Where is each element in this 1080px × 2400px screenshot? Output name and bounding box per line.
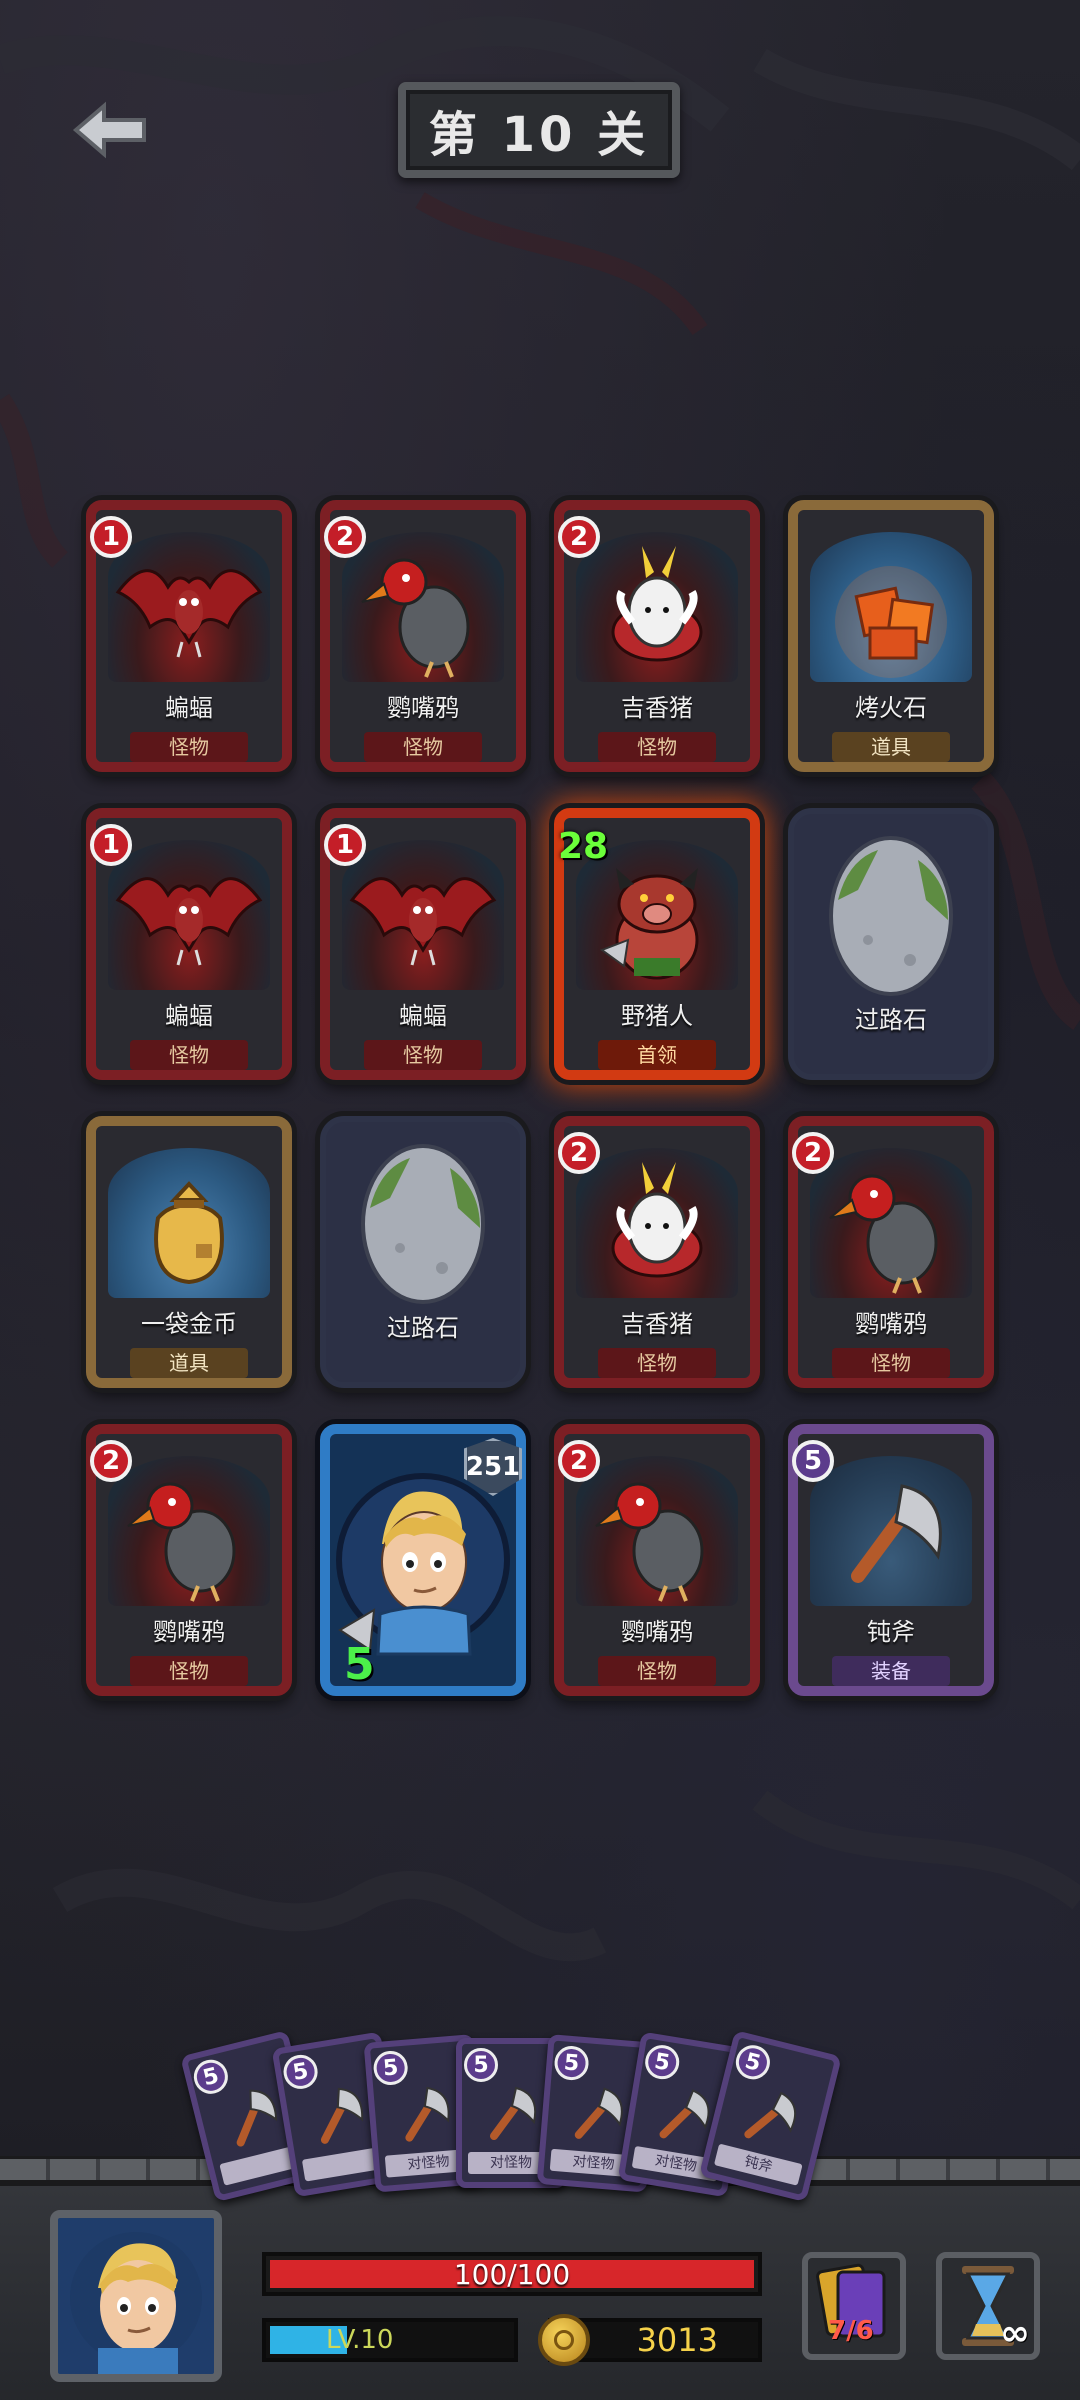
cost-badge: 2 <box>90 1440 132 1482</box>
cost-badge: 2 <box>324 516 366 558</box>
card-item-8[interactable]: 一袋金币 道具 <box>86 1116 292 1388</box>
cost-badge: 2 <box>558 1440 600 1482</box>
health-bar: 100/100 <box>262 2252 762 2296</box>
hero-face-icon <box>70 2232 202 2374</box>
hero-attack: 5 <box>344 1639 375 1690</box>
card-type: 怪物 <box>598 732 716 762</box>
deck-count: 7/6 <box>828 2316 874 2346</box>
stone-art-icon <box>330 1128 516 1332</box>
card-type: 首领 <box>598 1040 716 1070</box>
card-type: 怪物 <box>364 732 482 762</box>
hand-card-cost: 5 <box>281 2052 321 2092</box>
card-type: 怪物 <box>832 1348 950 1378</box>
bat-icon <box>108 840 270 990</box>
card-stone-9[interactable]: 过路石 <box>320 1116 526 1388</box>
card-name: 野猪人 <box>621 1002 693 1030</box>
card-monster-0[interactable]: 1 蝙蝠怪物 <box>86 500 292 772</box>
cost-badge: 5 <box>792 1440 834 1482</box>
card-name: 一袋金币 <box>141 1310 237 1338</box>
boss-power: 28 <box>558 826 609 867</box>
axe-icon <box>405 2086 450 2142</box>
card-name: 鹦嘴鸦 <box>855 1310 927 1338</box>
gold-amount: 3013 <box>636 2321 718 2359</box>
cost-badge: 1 <box>90 824 132 866</box>
card-name: 蝙蝠 <box>165 1002 213 1030</box>
cost-badge: 2 <box>792 1132 834 1174</box>
crow-icon <box>108 1456 270 1606</box>
card-name: 鹦嘴鸦 <box>621 1618 693 1646</box>
axe-icon <box>490 2086 537 2140</box>
card-monster-5[interactable]: 1 蝙蝠怪物 <box>320 808 526 1080</box>
game-board: 第 10 关 1 蝙蝠 怪物 2 鹦嘴鸦 怪物 2 吉香猪 怪物 烤火石 道具 1 蝙蝠 怪物 1 蝙蝠 怪物 2… <box>0 0 1080 2400</box>
crow-icon <box>810 1148 972 1298</box>
axe-icon <box>744 2091 797 2139</box>
crow-icon <box>342 532 504 682</box>
health-text: 100/100 <box>453 2257 571 2291</box>
card-name: 鹦嘴鸦 <box>387 694 459 722</box>
card-type: 怪物 <box>130 732 248 762</box>
coin-icon <box>538 2314 590 2366</box>
card-type: 道具 <box>832 732 950 762</box>
card-type: 装备 <box>832 1656 950 1686</box>
level-text: LV.10 <box>326 2325 394 2355</box>
hand-card-cost: 5 <box>464 2048 498 2082</box>
card-type: 道具 <box>130 1348 248 1378</box>
card-equip-15[interactable]: 5 钝斧装备 <box>788 1424 994 1696</box>
pig-icon <box>576 1148 738 1298</box>
card-type: 怪物 <box>130 1040 248 1070</box>
pig-icon <box>576 532 738 682</box>
bat-icon <box>108 532 270 682</box>
cost-badge: 2 <box>558 516 600 558</box>
card-monster-2[interactable]: 2 吉香猪怪物 <box>554 500 760 772</box>
card-type: 怪物 <box>130 1656 248 1686</box>
card-monster-12[interactable]: 2 鹦嘴鸦怪物 <box>86 1424 292 1696</box>
card-name: 蝙蝠 <box>399 1002 447 1030</box>
card-monster-10[interactable]: 2 吉香猪怪物 <box>554 1116 760 1388</box>
hand-card-cost: 5 <box>372 2049 409 2087</box>
goldbag-icon <box>108 1148 270 1298</box>
card-boss-6[interactable]: 28 野猪人首领 <box>554 808 760 1080</box>
back-button[interactable] <box>60 90 160 170</box>
axe-icon <box>810 1456 972 1606</box>
card-type: 怪物 <box>598 1348 716 1378</box>
infinite-symbol: ∞ <box>1000 2313 1030 2354</box>
card-name: 过路石 <box>855 1006 927 1034</box>
card-name: 钝斧 <box>867 1618 915 1646</box>
card-type: 怪物 <box>364 1040 482 1070</box>
hand-card-cost: 5 <box>732 2041 774 2084</box>
card-stone-7[interactable]: 过路石 <box>788 808 994 1080</box>
gold-counter: 3013 <box>538 2314 762 2366</box>
card-name: 过路石 <box>387 1314 459 1342</box>
hand-card-cost: 5 <box>553 2044 590 2082</box>
card-monster-1[interactable]: 2 鹦嘴鸦怪物 <box>320 500 526 772</box>
card-name: 吉香猪 <box>621 1310 693 1338</box>
hand-card-cost: 5 <box>642 2042 682 2082</box>
experience-bar: LV.10 <box>262 2318 518 2362</box>
card-name: 吉香猪 <box>621 694 693 722</box>
axe-icon <box>236 2089 278 2147</box>
card-item-3[interactable]: 烤火石 道具 <box>788 500 994 772</box>
cost-badge: 1 <box>90 516 132 558</box>
card-name: 蝙蝠 <box>165 694 213 722</box>
cost-badge: 1 <box>324 824 366 866</box>
axe-icon <box>320 2087 364 2144</box>
back-arrow-icon <box>72 101 146 159</box>
firestone-icon <box>810 532 972 682</box>
card-monster-14[interactable]: 2 鹦嘴鸦怪物 <box>554 1424 760 1696</box>
player-portrait[interactable] <box>50 2210 222 2382</box>
card-hero-13[interactable]: 251 5 <box>320 1424 526 1696</box>
stone-art-icon <box>798 820 984 1024</box>
crow-icon <box>576 1456 738 1606</box>
bat-icon <box>342 840 504 990</box>
card-type: 怪物 <box>598 1656 716 1686</box>
card-name: 烤火石 <box>855 694 927 722</box>
level-title: 第 10 关 <box>398 82 680 178</box>
card-monster-4[interactable]: 1 蝙蝠怪物 <box>86 808 292 1080</box>
cost-badge: 2 <box>558 1132 600 1174</box>
deck-button[interactable]: 7/6 <box>802 2252 906 2360</box>
hourglass-button[interactable]: ∞ <box>936 2252 1040 2360</box>
card-monster-11[interactable]: 2 鹦嘴鸦怪物 <box>788 1116 994 1388</box>
axe-icon <box>574 2087 623 2139</box>
card-name: 鹦嘴鸦 <box>153 1618 225 1646</box>
